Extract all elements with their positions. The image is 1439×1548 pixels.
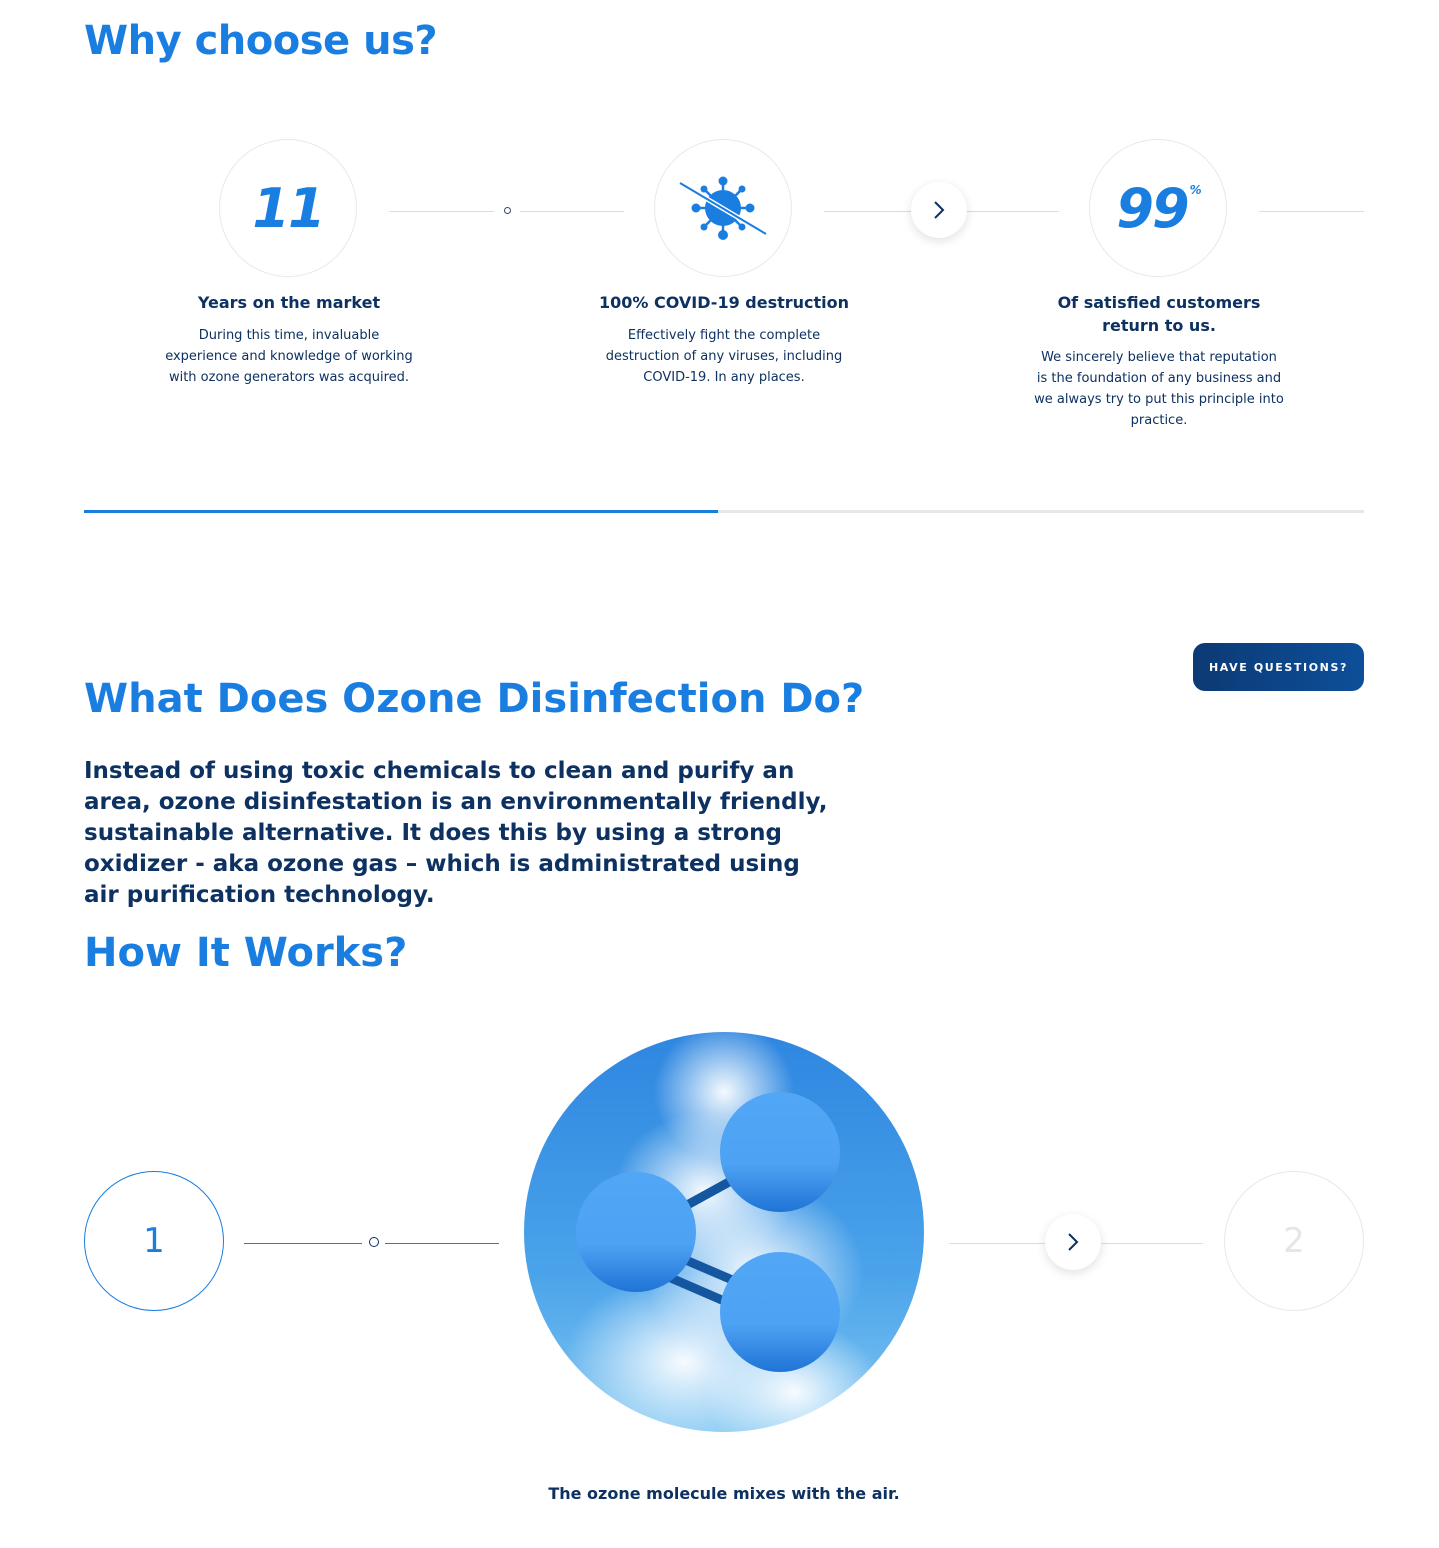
stat-years-value: 11 <box>252 176 325 240</box>
stat-customers-suffix: % <box>1189 183 1202 197</box>
connector-line <box>389 211 494 212</box>
stat-covid-circle <box>654 139 792 277</box>
have-questions-button[interactable]: Have questions? <box>1193 643 1364 691</box>
stat-years-text: During this time, invaluable experience … <box>165 328 413 385</box>
carousel-progress-bar <box>84 510 1364 513</box>
step-number-1[interactable]: 1 <box>84 1171 224 1311</box>
virus-crossed-icon <box>678 176 768 240</box>
step-connector-dot <box>369 1237 379 1247</box>
section-title-how: How It Works? <box>84 930 408 976</box>
ozone-molecule-illustration <box>524 1032 924 1432</box>
section-title-why: Why choose us? <box>84 18 438 64</box>
stat-customers-title: Of satisfied customers return to us. <box>1057 293 1261 335</box>
section-title-ozone: What Does Ozone Disinfection Do? <box>84 676 865 722</box>
connector-dot <box>504 207 511 214</box>
ozone-description: Instead of using toxic chemicals to clea… <box>84 758 828 908</box>
step-caption: The ozone molecule mixes with the air. <box>548 1484 900 1503</box>
step-number-2[interactable]: 2 <box>1224 1171 1364 1311</box>
stat-customers-value: 99 <box>1116 176 1189 240</box>
connector-line <box>520 211 624 212</box>
stat-customers-circle: 99 % <box>1089 139 1227 277</box>
carousel-progress-fill <box>84 510 718 513</box>
stat-covid-text: Effectively fight the complete destructi… <box>605 328 843 385</box>
stat-years-title: Years on the market <box>197 293 381 312</box>
chevron-right-icon <box>934 201 945 219</box>
stat-covid-title: 100% COVID-19 destruction <box>598 293 850 312</box>
chevron-right-icon <box>1068 1233 1079 1251</box>
step-connector-line <box>244 1243 362 1244</box>
next-step-button[interactable] <box>1045 1214 1101 1270</box>
next-stat-button[interactable] <box>911 182 967 238</box>
stat-customers-text: We sincerely believe that reputation is … <box>1034 350 1284 428</box>
stat-years-circle: 11 <box>219 139 357 277</box>
connector-line <box>1259 211 1364 212</box>
step-connector-line <box>385 1243 499 1244</box>
